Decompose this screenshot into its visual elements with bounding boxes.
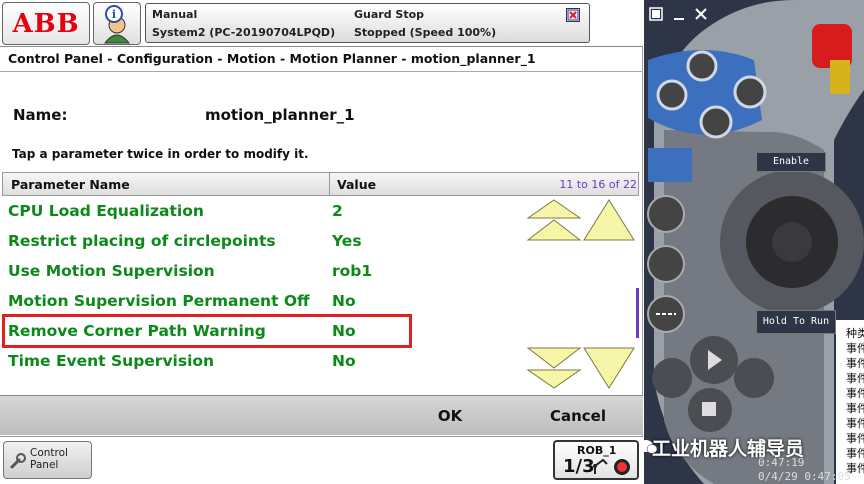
svg-text:i: i: [112, 8, 116, 21]
scroll-indicator: [636, 288, 639, 338]
parameter-value: No: [332, 352, 356, 370]
operator-info-icon: i: [103, 5, 131, 44]
highlight-box: [2, 314, 412, 348]
abb-logo: ABB: [12, 8, 80, 39]
parameter-value: No: [332, 292, 356, 310]
enable-button[interactable]: Enable: [756, 152, 826, 172]
log-line: 事件: [846, 432, 864, 445]
table-row[interactable]: CPU Load Equalization 2: [2, 196, 522, 226]
parameter-table-header: Parameter Name Value 11 to 16 of 22: [2, 172, 639, 196]
control-panel-task-button[interactable]: Control Panel: [3, 441, 92, 479]
abb-menu-button[interactable]: ABB: [2, 2, 90, 45]
speed-icon: [614, 459, 630, 475]
log-line: 事件: [846, 372, 864, 385]
log-line: 事件: [846, 387, 864, 400]
event-log-button[interactable]: i: [93, 2, 141, 45]
parameter-name: CPU Load Equalization: [8, 202, 204, 220]
parameter-name: Time Event Supervision: [8, 352, 215, 370]
breadcrumb: Control Panel - Configuration - Motion -…: [0, 46, 643, 72]
table-row[interactable]: Use Motion Supervision rob1: [2, 256, 522, 286]
guard-status: Guard Stop: [354, 8, 425, 21]
status-bar[interactable]: Manual System2 (PC-20190704LPQD) Guard S…: [145, 3, 590, 43]
command-bar: OK Cancel: [0, 395, 643, 435]
column-header-value: Value: [337, 177, 377, 192]
operating-mode: Manual: [152, 8, 198, 21]
table-row[interactable]: Time Event Supervision No: [2, 346, 522, 376]
parameter-name: Restrict placing of circlepoints: [8, 232, 276, 250]
log-line: 事件: [846, 357, 864, 370]
quickset-fraction: 1/3: [563, 456, 595, 477]
hold-to-run-button[interactable]: Hold To Run: [756, 310, 836, 334]
control-panel-line-1: Control: [30, 447, 68, 459]
log-line: 事件: [846, 417, 864, 430]
log-line: 事件: [846, 342, 864, 355]
taskbar: Control Panel ROB_1 1/3: [0, 436, 643, 484]
instance-name-label: Name:: [13, 106, 68, 124]
timestamp: 0/4/29 0:47:05: [758, 470, 851, 483]
top-bar: ABB i Manual System2 (PC-20190704LPQD) G…: [0, 0, 643, 46]
virtual-pendant: Enable Hold To Run: [644, 0, 864, 484]
wrench-icon: [10, 453, 26, 469]
cancel-button[interactable]: Cancel: [528, 400, 628, 432]
page-up-icon[interactable]: [526, 198, 582, 244]
flexpendant-screen: ABB i Manual System2 (PC-20190704LPQD) G…: [0, 0, 643, 484]
log-line: 事件: [846, 402, 864, 415]
log-line: 种类: [846, 327, 864, 340]
run-status: Stopped (Speed 100%): [354, 26, 497, 39]
column-header-parameter-name: Parameter Name: [3, 173, 330, 195]
scroll-down-icon[interactable]: [582, 344, 636, 390]
scroll-up-icon[interactable]: [582, 198, 636, 244]
ok-button[interactable]: OK: [400, 400, 500, 432]
parameter-value: 2: [332, 202, 343, 220]
parameter-name: Use Motion Supervision: [8, 262, 215, 280]
instruction-text: Tap a parameter twice in order to modify…: [12, 147, 309, 161]
page-indicator: 11 to 16 of 22: [559, 178, 637, 191]
parameter-value: Yes: [332, 232, 362, 250]
pendant-body: [644, 0, 864, 484]
system-name: System2 (PC-20190704LPQD): [152, 26, 336, 39]
watermark-text: 工业机器人辅导员: [652, 438, 805, 460]
table-row[interactable]: Motion Supervision Permanent Off No: [2, 286, 522, 316]
quickset-button[interactable]: ROB_1 1/3: [553, 440, 639, 480]
parameter-name: Motion Supervision Permanent Off: [8, 292, 310, 310]
control-panel-task-label: Control Panel: [30, 447, 68, 471]
parameter-value: rob1: [332, 262, 373, 280]
control-panel-line-2: Panel: [30, 459, 59, 471]
instance-name-value: motion_planner_1: [205, 106, 355, 124]
table-row[interactable]: Restrict placing of circlepoints Yes: [2, 226, 522, 256]
robot-axis-icon: [593, 458, 608, 474]
close-window-icon[interactable]: [566, 8, 580, 22]
page-down-icon[interactable]: [526, 344, 582, 390]
